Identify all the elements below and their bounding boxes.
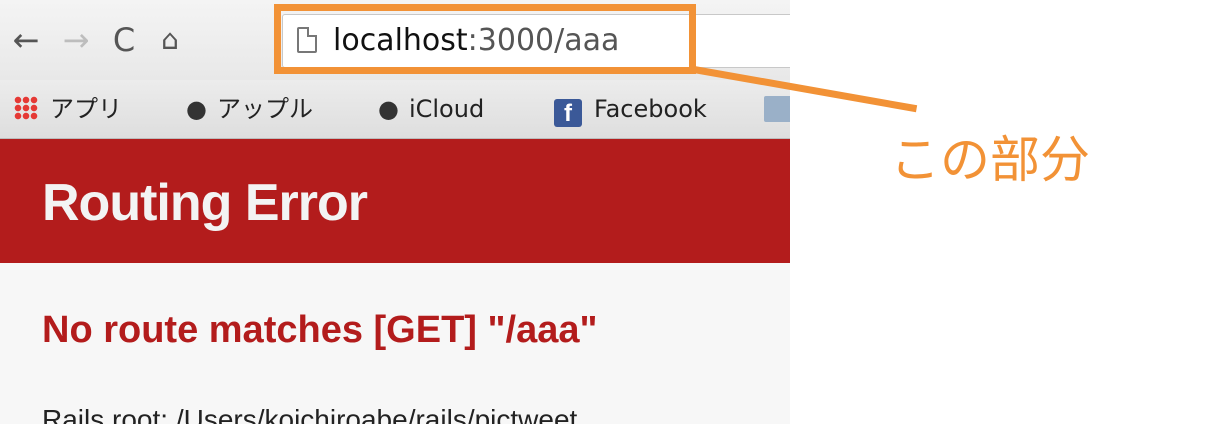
- back-arrow-icon[interactable]: ←: [6, 20, 46, 60]
- page-title: Routing Error: [42, 174, 368, 232]
- bookmark-label: アップル: [216, 95, 313, 123]
- bookmarks-bar: アプリ ● アップル ● iCloud f Facebook: [0, 80, 790, 139]
- bookmark-label: iCloud: [408, 95, 485, 123]
- bookmark-apps[interactable]: アプリ: [14, 93, 122, 125]
- facebook-icon: f: [554, 99, 582, 127]
- forward-arrow-icon[interactable]: →: [56, 20, 96, 60]
- bookmark-facebook[interactable]: f Facebook: [554, 93, 707, 127]
- folder-icon[interactable]: [764, 96, 790, 122]
- apple-icon: ●: [186, 95, 207, 123]
- apple-icon: ●: [378, 95, 399, 123]
- bookmark-label: Facebook: [594, 95, 707, 123]
- reload-icon[interactable]: C: [104, 20, 144, 60]
- annotation-label: この部分: [890, 131, 1090, 189]
- bookmark-label: アプリ: [50, 95, 122, 123]
- rails-root-text: Rails root: /Users/koichiroabe/rails/pic…: [42, 404, 578, 424]
- home-icon[interactable]: ⌂: [150, 20, 190, 60]
- bookmark-apple[interactable]: ● アップル: [186, 93, 313, 125]
- annotation-highlight-box: [274, 4, 696, 74]
- error-message: No route matches [GET] "/aaa": [42, 309, 598, 351]
- bookmark-icloud[interactable]: ● iCloud: [378, 93, 484, 125]
- apps-grid-icon: [14, 96, 38, 120]
